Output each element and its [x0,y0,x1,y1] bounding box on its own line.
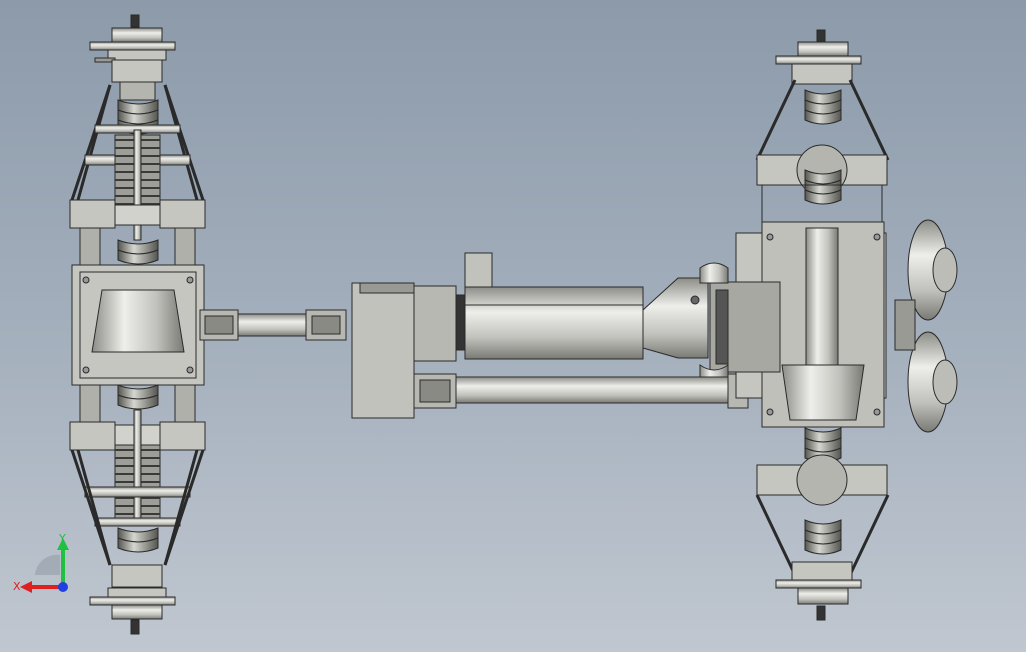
x-axis-head [20,581,32,593]
right-side-turbines [894,219,958,433]
left-bottom-wheel-hub [89,587,176,635]
axis-triad: Y X [13,532,69,593]
left-axle-assembly[interactable] [69,14,206,635]
electric-motor [464,252,709,360]
right-axle-assembly[interactable] [699,29,958,621]
cad-viewport[interactable]: Y X [0,0,1026,652]
left-driveshaft [199,309,347,341]
z-axis-dot [58,582,68,592]
left-differential-housing [71,264,205,386]
left-top-wheel-hub [89,14,176,63]
right-top-wheel-hub [775,29,862,85]
gearbox-assembly-model[interactable] [0,0,1026,652]
right-bottom-wheel-hub [775,561,862,621]
x-axis-label: X [13,580,21,593]
rear-driveshaft [413,373,749,409]
y-axis-label: Y [58,532,66,545]
